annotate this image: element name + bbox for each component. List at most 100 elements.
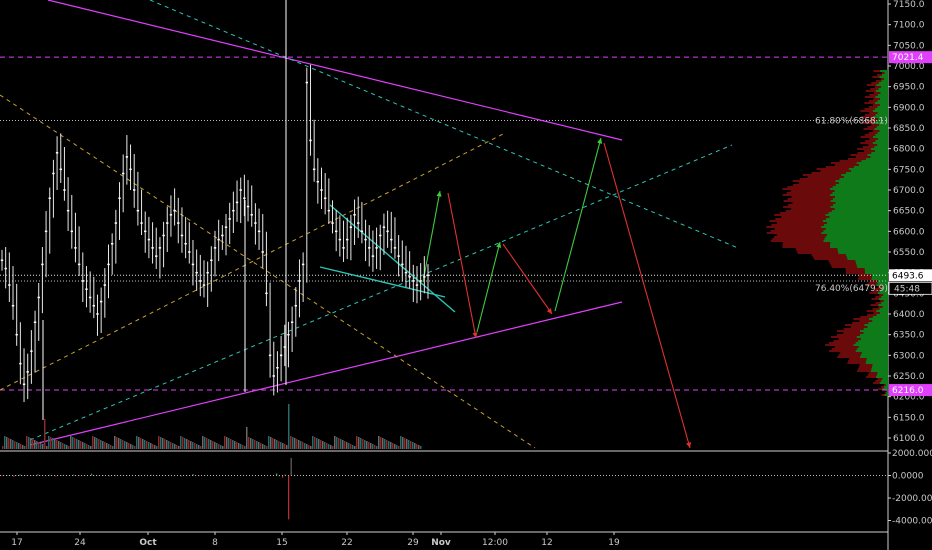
- volume-profile-sell: [839, 160, 862, 162]
- volume-bar: [4, 436, 6, 449]
- volume-profile-sell: [857, 370, 871, 372]
- volume-profile-sell: [848, 360, 867, 362]
- volume-profile-buy: [876, 314, 888, 316]
- volume-profile-buy: [826, 218, 888, 220]
- volume-bar: [128, 443, 130, 449]
- volume-profile-sell: [864, 150, 875, 152]
- volume-bar: [416, 444, 418, 449]
- volume-profile-sell: [843, 328, 864, 330]
- volume-profile-buy: [875, 90, 888, 92]
- volume-profile-buy: [865, 362, 888, 364]
- volume-profile-sell: [875, 296, 882, 298]
- volume-profile-sell: [772, 238, 825, 240]
- volume-profile-buy: [867, 326, 888, 328]
- volume-bar: [204, 437, 206, 449]
- volume-bar: [66, 445, 68, 449]
- volume-bar: [82, 442, 84, 449]
- volume-profile-buy: [838, 252, 888, 254]
- volume-profile-buy: [880, 92, 888, 94]
- volume-bar: [348, 443, 350, 449]
- volume-profile-sell: [812, 256, 847, 258]
- volume-profile-buy: [876, 374, 888, 376]
- volume-bar: [306, 444, 308, 449]
- volume-profile-buy: [880, 86, 888, 88]
- volume-bar: [398, 446, 400, 449]
- volume-bar: [284, 444, 286, 449]
- volume-profile-sell: [845, 268, 865, 270]
- price-label-bottom-level: 6216.0: [889, 384, 932, 397]
- price-tick-label: 6900.0: [893, 103, 925, 113]
- volume-bar: [254, 440, 256, 449]
- volume-profile-sell: [814, 258, 848, 260]
- volume-profile-buy: [875, 108, 888, 110]
- volume-profile-buy: [825, 236, 888, 238]
- volume-profile-buy: [859, 330, 888, 332]
- volume-profile-buy: [871, 152, 888, 154]
- volume-profile-sell: [770, 230, 824, 232]
- volume-profile-buy: [872, 136, 888, 138]
- volume-profile-sell: [863, 128, 875, 130]
- volume-bar: [2, 446, 4, 449]
- volume-profile-sell: [790, 190, 835, 192]
- volume-profile-sell: [881, 72, 885, 74]
- volume-profile-sell: [868, 106, 878, 108]
- volume-bar: [186, 439, 188, 449]
- volume-profile-buy: [883, 300, 888, 302]
- volume-profile-sell: [831, 348, 858, 350]
- volume-bar: [352, 445, 354, 449]
- volume-bar: [370, 443, 372, 449]
- volume-profile-sell: [857, 152, 872, 154]
- volume-profile-sell: [858, 276, 872, 278]
- volume-profile-sell: [792, 202, 836, 204]
- price-label-countdown: 45:48: [888, 281, 932, 295]
- volume-profile-buy: [875, 96, 888, 98]
- volume-profile-buy: [879, 76, 888, 78]
- volume-profile-sell: [787, 204, 833, 206]
- volume-profile-sell: [872, 308, 880, 310]
- volume-bar: [256, 441, 258, 449]
- volume-bar: [298, 440, 300, 449]
- volume-profile-buy: [872, 316, 888, 318]
- volume-bar: [342, 440, 344, 449]
- volume-bar: [174, 444, 176, 449]
- volume-bar: [88, 445, 90, 449]
- volume-profile-buy: [855, 260, 888, 262]
- volume-bar: [336, 437, 338, 449]
- chart-window[interactable]: 7150.0 7100.0 7050.0 7000.0 6950.0 6900.0 6850…: [0, 0, 932, 550]
- time-tick-label: Oct: [139, 538, 157, 548]
- volume-profile-buy: [866, 360, 888, 362]
- chart-svg[interactable]: 7150.0 7100.0 7050.0 7000.0 6950.0 6900.0 6850…: [0, 0, 932, 550]
- volume-profile-buy: [876, 310, 888, 312]
- volume-profile-buy: [871, 148, 888, 150]
- volume-profile-buy: [872, 320, 888, 322]
- volume-profile-buy: [860, 338, 888, 340]
- volume-bar: [96, 438, 98, 449]
- volume-profile-buy: [821, 226, 888, 228]
- volume-bar: [122, 440, 124, 449]
- volume-bar: [182, 437, 184, 449]
- volume-bar: [386, 440, 388, 449]
- volume-bar: [226, 437, 228, 449]
- volume-bar: [376, 446, 378, 449]
- volume-profile-buy: [846, 256, 888, 258]
- volume-bar: [16, 442, 18, 449]
- volume-profile-sell: [831, 266, 858, 268]
- volume-profile-buy: [878, 82, 888, 84]
- volume-profile-buy: [835, 202, 888, 204]
- volume-bar: [324, 442, 326, 449]
- svg-text:7021.4: 7021.4: [892, 53, 924, 63]
- volume-bar: [400, 436, 402, 449]
- volume-bar: [150, 443, 152, 449]
- volume-profile-buy: [835, 180, 888, 182]
- volume-bar: [154, 445, 156, 449]
- volume-profile-sell: [783, 206, 831, 208]
- volume-profile-sell: [864, 96, 876, 98]
- volume-bar: [332, 446, 334, 449]
- volume-profile-buy: [831, 210, 888, 212]
- volume-profile-sell: [836, 330, 860, 332]
- volume-profile-buy: [826, 234, 888, 236]
- volume-profile-sell: [779, 212, 829, 214]
- volume-profile-buy: [876, 84, 888, 86]
- volume-bar: [374, 445, 376, 449]
- volume-profile-buy: [877, 372, 888, 374]
